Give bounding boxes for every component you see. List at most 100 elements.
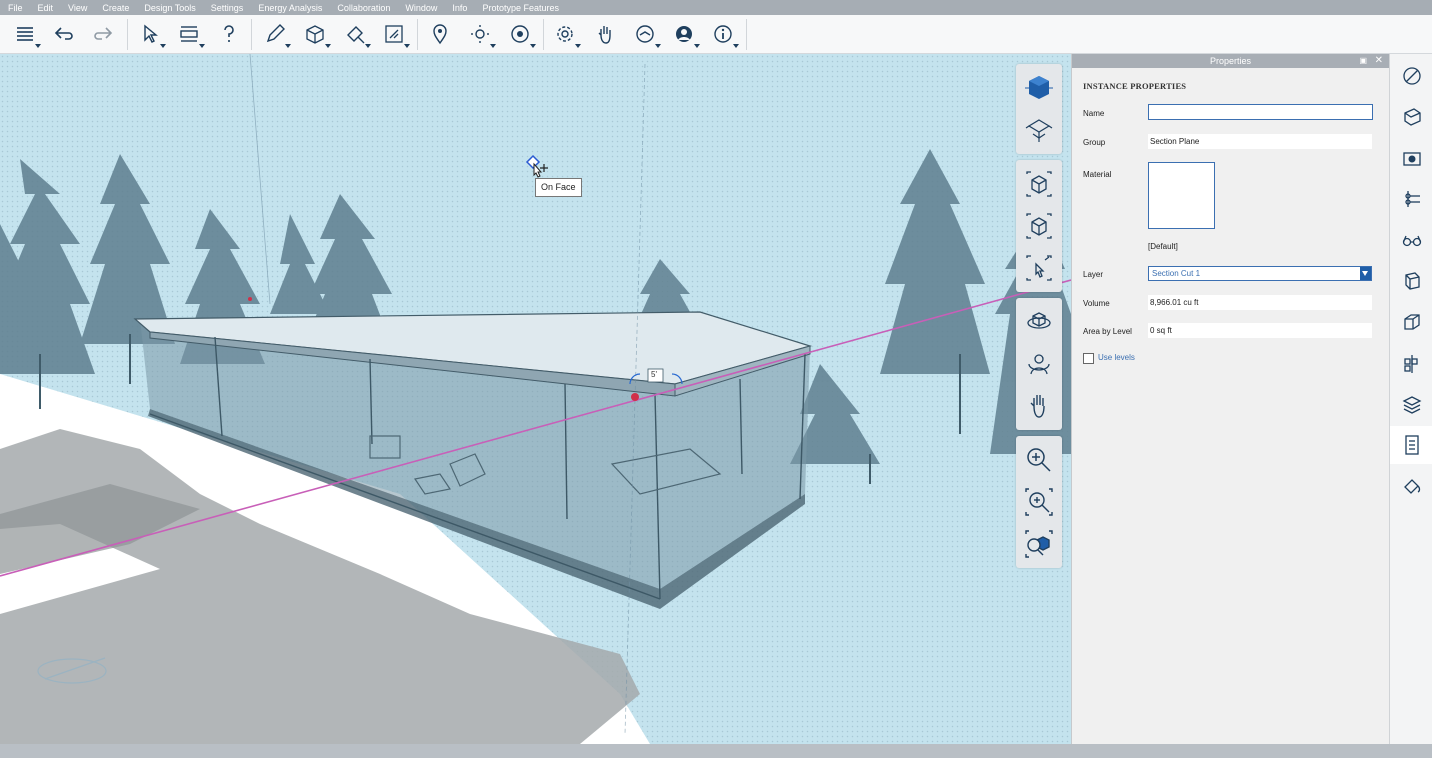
home-view-icon bbox=[1026, 171, 1052, 197]
sun-icon bbox=[471, 25, 489, 43]
use-levels-label[interactable]: Use levels bbox=[1098, 353, 1135, 362]
menu-create[interactable]: Create bbox=[102, 3, 129, 13]
hand-button[interactable] bbox=[592, 21, 618, 47]
menu-edit[interactable]: Edit bbox=[38, 3, 54, 13]
layers-panel-icon bbox=[1402, 396, 1421, 414]
account-icon bbox=[676, 26, 692, 42]
area-by-level-label: Area by Level bbox=[1083, 327, 1132, 336]
orbit-icon bbox=[1027, 312, 1051, 329]
paint-bucket-icon bbox=[1403, 479, 1420, 494]
chevron-down-icon[interactable] bbox=[1360, 267, 1371, 280]
menu-collaboration[interactable]: Collaboration bbox=[337, 3, 390, 13]
right-tool-rail bbox=[1389, 54, 1432, 744]
zoom-window-icon bbox=[1025, 488, 1053, 516]
pan-button[interactable] bbox=[1016, 385, 1062, 427]
paint-bucket-button[interactable] bbox=[1390, 467, 1432, 505]
view-icon bbox=[511, 25, 529, 43]
look-around-button[interactable] bbox=[1016, 343, 1062, 385]
zoom-button[interactable] bbox=[1016, 439, 1062, 481]
orbit-button[interactable] bbox=[1016, 301, 1062, 343]
orbit-box-button[interactable] bbox=[1016, 205, 1062, 247]
zoom-icon bbox=[1027, 448, 1051, 472]
view-cube-button[interactable] bbox=[1016, 67, 1062, 109]
box-icon bbox=[1026, 213, 1052, 239]
zoom-extents-button[interactable] bbox=[1016, 523, 1062, 565]
dimension-button[interactable] bbox=[176, 21, 205, 48]
undo-button[interactable] bbox=[51, 21, 77, 47]
dimension-icon bbox=[180, 26, 198, 42]
dock-icon[interactable]: ▣ bbox=[1359, 54, 1367, 68]
menu-energy-analysis[interactable]: Energy Analysis bbox=[258, 3, 322, 13]
status-bar bbox=[0, 744, 1432, 758]
draw-button[interactable] bbox=[262, 21, 291, 48]
styles-icon bbox=[1402, 67, 1421, 85]
menu-file[interactable]: File bbox=[8, 3, 23, 13]
close-icon[interactable]: ✕ bbox=[1375, 54, 1383, 68]
use-levels-checkbox[interactable] bbox=[1083, 353, 1094, 364]
layers-button[interactable] bbox=[12, 21, 41, 48]
group-label: Group bbox=[1083, 138, 1106, 147]
area-by-level-value: 0 sq ft bbox=[1148, 323, 1372, 338]
menu-settings[interactable]: Settings bbox=[211, 3, 244, 13]
location-icon bbox=[433, 24, 447, 45]
glasses-button[interactable] bbox=[1390, 221, 1432, 259]
look-around-icon bbox=[1028, 354, 1050, 375]
help-button[interactable] bbox=[216, 21, 242, 47]
section-planes-button[interactable] bbox=[1390, 303, 1432, 341]
material-label: Material bbox=[1083, 170, 1112, 179]
name-input[interactable] bbox=[1148, 104, 1373, 120]
levels-button[interactable] bbox=[1390, 180, 1432, 218]
menu-design-tools[interactable]: Design Tools bbox=[144, 3, 195, 13]
share-button[interactable] bbox=[632, 21, 661, 48]
select-button[interactable] bbox=[137, 21, 166, 48]
undo-icon bbox=[54, 27, 73, 40]
styles-button[interactable] bbox=[1390, 57, 1432, 95]
materials-icon bbox=[1403, 108, 1421, 126]
properties-panel: Properties ▣ ✕ INSTANCE PROPERTIES Name … bbox=[1071, 54, 1389, 744]
walk-button[interactable] bbox=[1016, 247, 1062, 289]
layers-panel-button[interactable] bbox=[1390, 385, 1432, 423]
select-icon bbox=[144, 24, 158, 43]
push-pull-icon bbox=[306, 25, 324, 44]
instance-properties-heading: INSTANCE PROPERTIES bbox=[1083, 81, 1187, 91]
info-button[interactable] bbox=[710, 21, 739, 48]
account-button[interactable] bbox=[671, 21, 700, 48]
snapshots-button[interactable] bbox=[1390, 139, 1432, 177]
view-group bbox=[1016, 64, 1062, 154]
zoom-window-button[interactable] bbox=[1016, 481, 1062, 523]
push-pull-button[interactable] bbox=[302, 21, 331, 48]
material-swatch[interactable] bbox=[1148, 162, 1215, 229]
home-view-button[interactable] bbox=[1016, 163, 1062, 205]
zoom-extents-icon bbox=[1025, 530, 1053, 558]
layer-label: Layer bbox=[1083, 270, 1104, 279]
camera-group bbox=[1016, 160, 1062, 292]
settings-button[interactable] bbox=[552, 21, 581, 48]
3d-viewport[interactable]: 5' On Face bbox=[0, 54, 1071, 744]
materials-button[interactable] bbox=[1390, 98, 1432, 136]
layer-select[interactable]: Section Cut 1 bbox=[1148, 266, 1372, 281]
volume-label: Volume bbox=[1083, 299, 1110, 308]
redo-button[interactable] bbox=[90, 21, 116, 47]
structure-button[interactable] bbox=[1390, 344, 1432, 382]
components-button[interactable] bbox=[1390, 262, 1432, 300]
sun-button[interactable] bbox=[467, 21, 496, 48]
axes-button[interactable] bbox=[1016, 109, 1062, 151]
paint-button[interactable] bbox=[342, 21, 371, 48]
camera-icon bbox=[1402, 152, 1421, 166]
menu-prototype-features[interactable]: Prototype Features bbox=[482, 3, 559, 13]
properties-panel-button[interactable] bbox=[1390, 426, 1432, 464]
draw-icon bbox=[266, 24, 285, 43]
section-button[interactable] bbox=[381, 21, 410, 48]
menu-info[interactable]: Info bbox=[452, 3, 467, 13]
menu-window[interactable]: Window bbox=[405, 3, 437, 13]
view-button[interactable] bbox=[507, 21, 536, 48]
location-button[interactable] bbox=[427, 21, 453, 47]
tooltip: On Face bbox=[535, 178, 582, 197]
group-value: Section Plane bbox=[1148, 134, 1372, 149]
menu-view[interactable]: View bbox=[68, 3, 87, 13]
properties-icon bbox=[1404, 435, 1419, 455]
redo-icon bbox=[94, 27, 113, 40]
help-icon bbox=[224, 25, 234, 42]
hand-icon bbox=[598, 26, 611, 44]
glasses-icon bbox=[1402, 235, 1421, 247]
